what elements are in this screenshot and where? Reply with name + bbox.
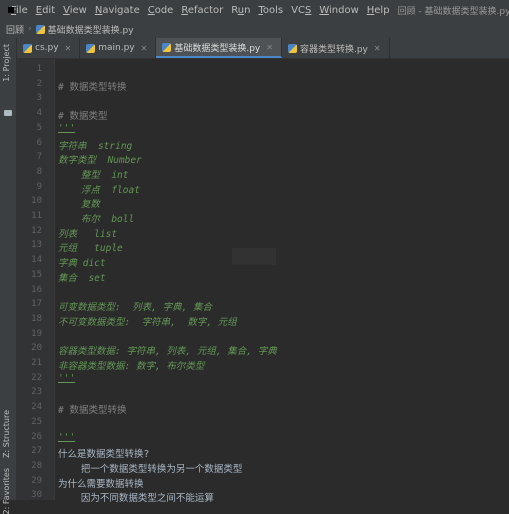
code-line[interactable]: 不可变数据类型: 字符串, 数字, 元组 (58, 314, 237, 328)
menu-tools[interactable]: Tools (258, 5, 283, 16)
code-line[interactable]: 非容器类型数据: 数字, 布尔类型 (58, 358, 204, 372)
editor-tab-bar: cs.py ✕ main.py ✕ 基础数据类型装换.py ✕ 容器类型转换.py ✕ (17, 38, 509, 59)
line-number: 28 (31, 460, 42, 471)
code-editor[interactable]: 1 2 3 4 5 6 7 8 9 10 11 12 13 14 15 16 17 18 19 20 21 22 23 24 2… (17, 59, 509, 504)
editor-tab[interactable]: 容器类型转换.py ✕ (282, 38, 390, 58)
code-line[interactable]: 容器类型数据: 字符串, 列表, 元组, 集合, 字典 (58, 343, 277, 357)
menu-code[interactable]: Code (148, 5, 174, 16)
breadcrumb-separator-icon: › (28, 24, 32, 34)
code-line[interactable]: 集合 set (58, 270, 106, 284)
line-number: 20 (31, 343, 42, 354)
code-line[interactable]: 复数 (58, 196, 100, 210)
line-number: 12 (31, 225, 42, 236)
menu-window[interactable]: Window (319, 5, 358, 16)
close-icon[interactable]: ✕ (266, 43, 273, 52)
breadcrumb-project[interactable]: 回顾 (6, 23, 24, 36)
menu-view[interactable]: View (63, 5, 87, 16)
code-line[interactable]: 整型 int (58, 167, 129, 181)
line-number: 1 (36, 64, 42, 74)
line-number: 16 (31, 284, 42, 295)
line-number: 27 (31, 446, 42, 457)
code-line[interactable]: 字符串 string (58, 138, 132, 152)
line-number: 5 (36, 122, 42, 133)
line-number: 11 (31, 211, 42, 221)
project-tool-tab[interactable]: 1: Project (2, 44, 11, 82)
menu-navigate[interactable]: Navigate (95, 5, 140, 16)
navigation-bar: 回顾 › 基础数据类型装换.py (0, 20, 509, 39)
line-number: 4 (36, 108, 42, 119)
structure-tool-tab[interactable]: Z: Structure (2, 410, 11, 458)
line-number: 30 (31, 490, 42, 501)
line-number: 10 (31, 196, 42, 207)
line-number: 17 (31, 299, 42, 310)
code-line[interactable]: # 数据类型转换 (58, 79, 126, 93)
menu-help[interactable]: Help (367, 5, 390, 16)
close-icon[interactable]: ✕ (374, 44, 381, 53)
code-line[interactable]: 字典 dict (58, 255, 106, 269)
folder-icon[interactable] (4, 110, 12, 116)
line-number-gutter: 1 2 3 4 5 6 7 8 9 10 11 12 13 14 15 16 17 18 19 20 21 22 23 24 2… (17, 59, 55, 500)
line-number: 15 (31, 269, 42, 280)
code-line[interactable]: 为什么需要数据转换 (58, 476, 144, 490)
breadcrumb-file[interactable]: 基础数据类型装换.py (48, 23, 134, 36)
favorites-tool-tab[interactable]: 2: Favorites (2, 468, 11, 514)
code-line[interactable]: 可变数据类型: 列表, 字典, 集合 (58, 299, 212, 313)
line-number: 24 (31, 402, 42, 413)
line-number: 14 (31, 255, 42, 266)
line-number: 22 (31, 372, 42, 383)
python-file-icon (287, 43, 297, 53)
line-number: 6 (36, 137, 42, 148)
line-number: 3 (36, 93, 42, 104)
selection-highlight (232, 248, 276, 265)
menu-vcs[interactable]: VCS (291, 5, 311, 16)
code-line[interactable]: 浮点 float (58, 182, 140, 196)
code-line[interactable]: ''' (58, 432, 75, 443)
code-line[interactable]: 列表 list (58, 226, 117, 240)
editor-tab-label: cs.py (35, 43, 59, 53)
line-number: 18 (31, 313, 42, 324)
code-line[interactable]: 把一个数据类型转换为另一个数据类型 (58, 461, 243, 475)
editor-tab-label: main.py (98, 43, 135, 53)
editor-tab-label: 基础数据类型装换.py (174, 43, 261, 54)
line-number: 8 (36, 166, 42, 177)
window-title: 回顾 - 基础数据类型装换.py (397, 6, 509, 17)
line-number: 25 (31, 416, 42, 427)
editor-tab[interactable]: cs.py ✕ (17, 38, 81, 58)
menu-bar: FileEditViewNavigateCodeRefactorRunTools… (0, 0, 509, 20)
close-icon[interactable]: ✕ (141, 44, 148, 53)
line-number: 21 (31, 358, 42, 368)
line-number: 9 (36, 181, 42, 192)
line-number: 29 (31, 475, 42, 486)
menu-refactor[interactable]: Refactor (181, 5, 223, 16)
line-number: 13 (31, 240, 42, 251)
line-number: 2 (36, 78, 42, 89)
python-file-icon (162, 42, 172, 52)
code-line[interactable]: 布尔 boll (58, 211, 134, 225)
editor-tab-label: 容器类型转换.py (299, 44, 368, 55)
line-number: 7 (36, 152, 42, 163)
close-icon[interactable]: ✕ (65, 44, 72, 53)
python-file-icon (86, 43, 96, 53)
menu-run[interactable]: Run (231, 5, 250, 16)
line-number: 23 (31, 387, 42, 398)
code-line[interactable]: 什么是数据类型转换? (58, 446, 149, 460)
code-line[interactable]: # 数据类型转换 (58, 402, 126, 416)
menu-items: FileEditViewNavigateCodeRefactorRunTools… (11, 5, 398, 16)
vertical-scrollbar[interactable] (501, 59, 509, 500)
code-line[interactable]: ''' (58, 123, 75, 134)
code-line[interactable]: # 数据类型 (58, 108, 107, 122)
code-line[interactable]: 元组 tuple (58, 240, 123, 254)
line-number: 19 (31, 328, 42, 339)
code-line[interactable]: 数字类型 Number (58, 152, 142, 166)
python-file-icon (35, 24, 45, 34)
code-line[interactable]: ''' (58, 373, 75, 384)
code-line[interactable]: 因为不同数据类型之间不能运算 (58, 490, 214, 504)
editor-tab[interactable]: main.py ✕ (80, 38, 157, 58)
left-tool-strip: 1: Project Z: Structure 2: Favorites (0, 38, 17, 514)
editor-tab[interactable]: 基础数据类型装换.py ✕ (156, 38, 282, 58)
python-file-icon (23, 43, 32, 53)
line-number: 26 (31, 431, 42, 442)
menu-edit[interactable]: Edit (36, 5, 55, 16)
